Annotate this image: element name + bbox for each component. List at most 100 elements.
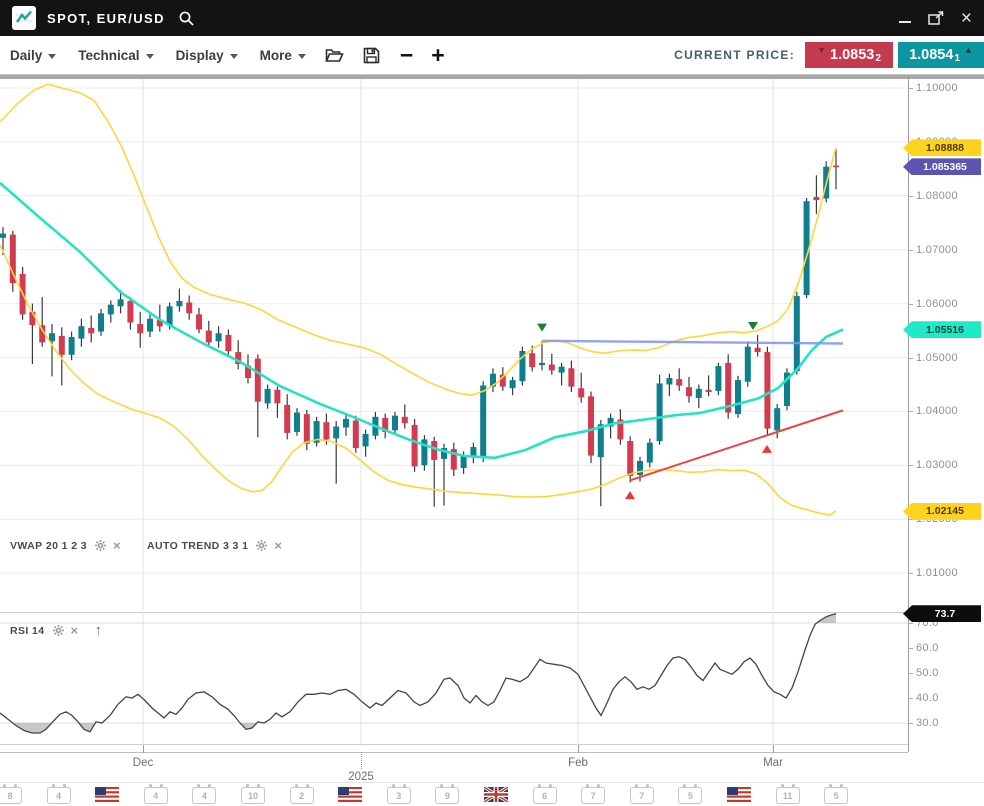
- calendar-event-icon[interactable]: 7: [581, 787, 605, 804]
- uk-flag-icon[interactable]: [484, 787, 508, 802]
- rsi-axis-label: 60.0: [916, 642, 939, 654]
- rsi-axis-label: 40.0: [916, 692, 939, 704]
- axis-tick: [908, 304, 913, 305]
- price-down-arrow-icon: ▼: [817, 46, 826, 55]
- time-axis-label: Feb: [568, 757, 588, 769]
- events-strip: 8 4 4 4 10 2 3 9 6 7 7 5 11 5: [0, 782, 984, 806]
- chart-toolbar: Daily Technical Display More: [0, 36, 984, 75]
- zoom-in-button[interactable]: +: [431, 46, 444, 64]
- price-axis-label: 1.03000: [916, 459, 958, 471]
- chevron-down-icon: [298, 54, 306, 59]
- calendar-event-icon[interactable]: 2: [290, 787, 314, 804]
- calendar-event-icon[interactable]: 3: [387, 787, 411, 804]
- gear-icon[interactable]: [95, 540, 106, 551]
- price-axis-label: 1.04000: [916, 405, 958, 417]
- gear-icon[interactable]: [53, 625, 64, 636]
- window-titlebar: SPOT, EUR/USD ×: [0, 0, 984, 36]
- search-icon[interactable]: [178, 10, 195, 27]
- us-flag-icon[interactable]: [95, 787, 119, 802]
- open-folder-icon[interactable]: [325, 47, 344, 63]
- bid-pip: 2: [875, 53, 881, 64]
- app-logo-icon: [12, 6, 36, 30]
- price-chart-pane[interactable]: [0, 75, 908, 610]
- axis-tick: [908, 698, 913, 699]
- vwap-label: VWAP: [10, 540, 43, 552]
- rsi-pane[interactable]: [0, 612, 908, 745]
- current-price-label: CURRENT PRICE:: [674, 48, 795, 62]
- calendar-event-icon[interactable]: 5: [678, 787, 702, 804]
- vwap-indicator-row: VWAP 20 1 2 3 × AUTO TREND 3 3 1 ×: [10, 539, 282, 552]
- bid-price-badge[interactable]: ▼ 1.0853 2: [805, 42, 893, 68]
- axis-tick: [908, 358, 913, 359]
- close-icon[interactable]: ×: [961, 9, 972, 28]
- popout-window-button[interactable]: [928, 11, 944, 25]
- price-axis-label: 1.01000: [916, 567, 958, 579]
- price-axis-label: 1.05000: [916, 352, 958, 364]
- axis-tick: [908, 573, 913, 574]
- calendar-event-icon[interactable]: 4: [144, 787, 168, 804]
- calendar-event-icon[interactable]: 10: [241, 787, 265, 804]
- calendar-event-icon[interactable]: 9: [435, 787, 459, 804]
- price-axis-line[interactable]: [908, 75, 909, 752]
- bid-price: 1.0853: [830, 47, 874, 63]
- price-tag: 1.08888: [903, 139, 981, 156]
- calendar-event-icon[interactable]: 6: [533, 787, 557, 804]
- auto-trend-params: 3 3 1: [223, 540, 248, 552]
- price-tag: 73.7: [903, 605, 981, 622]
- gear-icon[interactable]: [256, 540, 267, 551]
- ask-price-badge[interactable]: 1.0854 1 ▲: [898, 42, 984, 68]
- axis-tick: [908, 196, 913, 197]
- time-axis-tick: [773, 745, 774, 753]
- auto-trend-label: AUTO TREND: [147, 540, 220, 552]
- rsi-axis-label: 50.0: [916, 667, 939, 679]
- axis-tick: [908, 723, 913, 724]
- calendar-event-icon[interactable]: 5: [824, 787, 848, 804]
- calendar-event-icon[interactable]: 11: [776, 787, 800, 804]
- axis-tick: [908, 465, 913, 466]
- us-flag-icon[interactable]: [727, 787, 751, 802]
- axis-tick: [908, 250, 913, 251]
- menu-technical[interactable]: Technical: [78, 48, 153, 63]
- instrument-title: SPOT, EUR/USD: [47, 11, 165, 26]
- save-icon[interactable]: [363, 47, 380, 64]
- ask-price: 1.0854: [909, 47, 953, 63]
- vwap-params: 20 1 2 3: [46, 540, 87, 552]
- time-axis-label: Dec: [133, 757, 153, 769]
- axis-tick: [908, 673, 913, 674]
- axis-tick: [908, 623, 913, 624]
- menu-more[interactable]: More: [260, 48, 306, 63]
- price-axis-label: 1.07000: [916, 244, 958, 256]
- price-axis-label: 1.08000: [916, 190, 958, 202]
- menu-daily[interactable]: Daily: [10, 48, 56, 63]
- calendar-event-icon[interactable]: 7: [630, 787, 654, 804]
- price-up-arrow-icon: ▲: [964, 46, 973, 55]
- rsi-params: 14: [32, 625, 44, 637]
- axis-tick: [908, 648, 913, 649]
- remove-rsi-icon[interactable]: ×: [71, 624, 79, 637]
- axis-tick: [908, 411, 913, 412]
- time-axis-tick: [578, 745, 579, 753]
- ask-pip: 1: [954, 53, 960, 64]
- menu-display[interactable]: Display: [176, 48, 238, 63]
- minimize-button[interactable]: [899, 13, 911, 23]
- calendar-event-icon[interactable]: 4: [47, 787, 71, 804]
- calendar-event-icon[interactable]: 4: [192, 787, 216, 804]
- chevron-down-icon: [146, 54, 154, 59]
- remove-vwap-icon[interactable]: ×: [113, 539, 121, 552]
- zoom-out-button[interactable]: −: [400, 46, 413, 64]
- us-flag-icon[interactable]: [338, 787, 362, 802]
- trading-app-window: SPOT, EUR/USD × Daily Tech: [0, 0, 984, 806]
- price-tag: 1.02145: [903, 503, 981, 520]
- time-axis-tick: [143, 745, 144, 753]
- time-axis-line[interactable]: [0, 752, 908, 753]
- move-pane-up-icon[interactable]: ↑: [95, 622, 103, 639]
- price-tag: 1.05516: [903, 321, 981, 338]
- rsi-indicator-row: RSI 14 × ↑: [10, 622, 102, 639]
- remove-auto-trend-icon[interactable]: ×: [274, 539, 282, 552]
- time-axis-tick: [361, 752, 363, 769]
- calendar-event-icon[interactable]: 8: [0, 787, 22, 804]
- price-axis-label: 1.10000: [916, 82, 958, 94]
- chevron-down-icon: [230, 54, 238, 59]
- chevron-down-icon: [48, 54, 56, 59]
- time-axis-label: Mar: [763, 757, 783, 769]
